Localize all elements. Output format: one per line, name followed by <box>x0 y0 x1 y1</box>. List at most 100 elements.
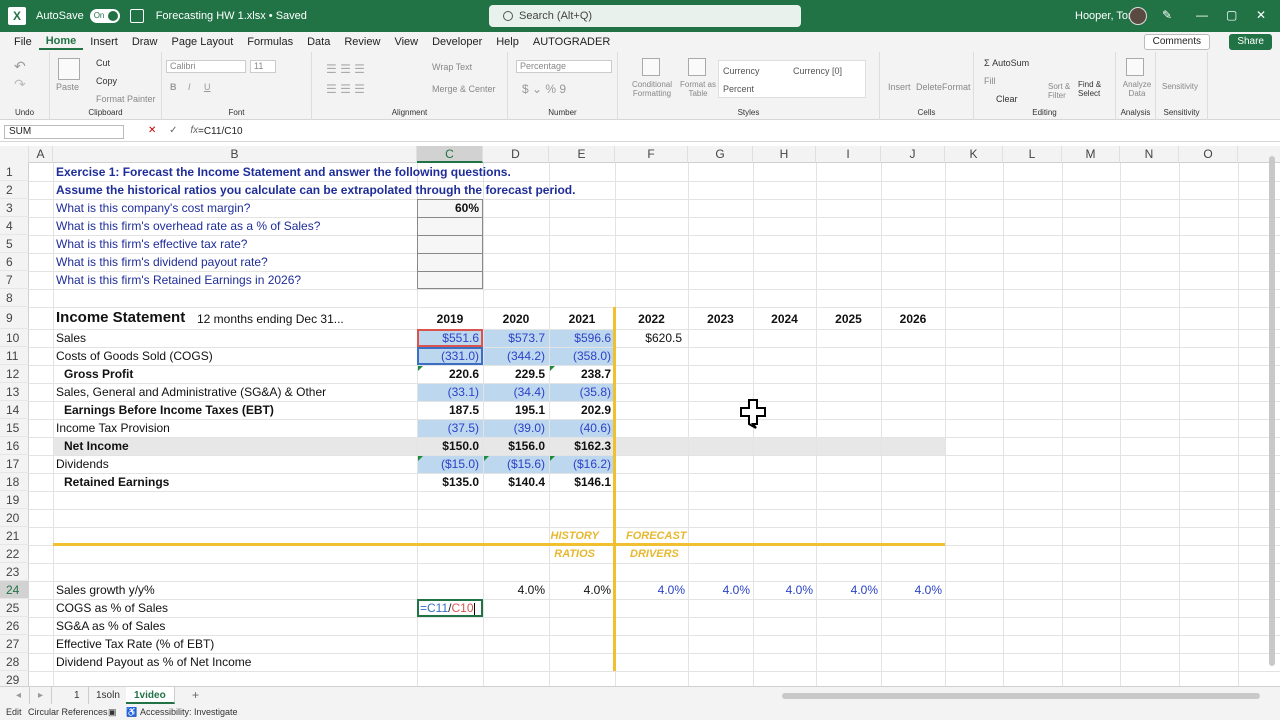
tab-file[interactable]: File <box>0 36 39 48</box>
file-name[interactable]: Forecasting HW 1.xlsx • Saved <box>156 10 307 22</box>
tab-draw[interactable]: Draw <box>125 36 165 48</box>
cogs-pct-label[interactable]: COGS as % of Sales <box>56 599 168 617</box>
retained-earnings-label[interactable]: Retained Earnings <box>64 473 169 491</box>
minimize-button[interactable]: — <box>1196 8 1208 22</box>
tab-page-layout[interactable]: Page Layout <box>164 36 240 48</box>
column-header-g[interactable]: G <box>688 146 753 163</box>
formula-input[interactable]: =C11/C10 <box>198 126 243 137</box>
column-header-j[interactable]: J <box>881 146 945 163</box>
italic-button[interactable]: I <box>188 82 191 92</box>
font-name-select[interactable]: Calibri <box>166 60 246 73</box>
sheet-tab-1[interactable]: 1 <box>66 687 89 704</box>
gross-profit-2021[interactable]: 238.7 <box>549 365 611 383</box>
cogs-2021[interactable]: (358.0) <box>549 347 611 365</box>
exercise-title[interactable]: Exercise 1: Forecast the Income Statemen… <box>56 163 511 181</box>
enter-icon[interactable]: ✓ <box>169 125 177 136</box>
conditional-formatting-icon[interactable] <box>642 58 660 76</box>
format-cells-button[interactable]: Format <box>942 82 971 92</box>
font-size-select[interactable]: 11 <box>250 60 276 73</box>
avatar[interactable] <box>1129 7 1147 25</box>
exercise-subtitle[interactable]: Assume the historical ratios you calcula… <box>56 181 575 199</box>
pen-icon[interactable]: ✎ <box>1162 8 1172 22</box>
sga-2020[interactable]: (34.4) <box>483 383 545 401</box>
horizontal-scrollbar[interactable] <box>782 693 1260 699</box>
autosum-button[interactable]: Σ AutoSum <box>984 58 1029 68</box>
sga-pct-label[interactable]: SG&A as % of Sales <box>56 617 165 635</box>
gross-profit-label[interactable]: Gross Profit <box>64 365 133 383</box>
dividends-label[interactable]: Dividends <box>56 455 109 473</box>
year-2019[interactable]: 2019 <box>417 310 483 328</box>
vertical-scrollbar[interactable] <box>1269 156 1275 666</box>
macro-record-icon[interactable]: ▣ <box>108 707 117 718</box>
paste-icon[interactable] <box>58 58 80 80</box>
dividends-2019[interactable]: ($15.0) <box>417 455 479 473</box>
sales-growth-2020[interactable]: 4.0% <box>483 581 545 599</box>
sales-growth-2021[interactable]: 4.0% <box>549 581 611 599</box>
tab-developer[interactable]: Developer <box>425 36 489 48</box>
sga-2019[interactable]: (33.1) <box>417 383 479 401</box>
sheet-tab-1soln[interactable]: 1soln <box>88 687 129 704</box>
income-statement-heading[interactable]: Income Statement <box>56 309 185 327</box>
column-header-h[interactable]: H <box>753 146 816 163</box>
sheet-tab-1video[interactable]: 1video <box>126 687 175 704</box>
tab-help[interactable]: Help <box>489 36 526 48</box>
comments-button[interactable]: Comments <box>1143 34 1210 50</box>
row-header[interactable]: 9 <box>0 307 29 329</box>
year-2026[interactable]: 2026 <box>881 310 945 328</box>
sales-growth-2024[interactable]: 4.0% <box>753 581 813 599</box>
accessibility-status[interactable]: Accessibility: Investigate <box>140 707 238 717</box>
payout-label[interactable]: Dividend Payout as % of Net Income <box>56 653 251 671</box>
select-all-corner[interactable] <box>0 146 29 163</box>
row-header[interactable]: 3 <box>0 199 29 217</box>
sga-2021[interactable]: (35.8) <box>549 383 611 401</box>
row-header[interactable]: 26 <box>0 617 29 635</box>
year-2022[interactable]: 2022 <box>615 310 688 328</box>
column-header-l[interactable]: L <box>1003 146 1062 163</box>
column-header-o[interactable]: O <box>1179 146 1238 163</box>
tab-scroll-right[interactable]: ▸ <box>30 687 53 704</box>
user-name[interactable]: Hooper, Tom <box>1075 10 1137 22</box>
row-header[interactable]: 15 <box>0 419 29 437</box>
row-header[interactable]: 20 <box>0 509 29 527</box>
find-select-button[interactable]: Find & Select <box>1078 80 1114 98</box>
question-payout[interactable]: What is this firm's dividend payout rate… <box>56 253 268 271</box>
add-sheet-button[interactable]: + <box>184 687 207 704</box>
tab-formulas[interactable]: Formulas <box>240 36 300 48</box>
ebt-2021[interactable]: 202.9 <box>549 401 611 419</box>
redo-icon[interactable]: ↷ <box>14 76 26 93</box>
question-tax-rate[interactable]: What is this firm's effective tax rate? <box>56 235 247 253</box>
tax-2019[interactable]: (37.5) <box>417 419 479 437</box>
style-percent[interactable]: Percent <box>723 84 754 94</box>
search-input[interactable]: Search (Alt+Q) <box>489 5 801 27</box>
row-header[interactable]: 28 <box>0 653 29 671</box>
row-header[interactable]: 24 <box>0 581 29 599</box>
dividends-2020[interactable]: ($15.6) <box>483 455 545 473</box>
row-header[interactable]: 4 <box>0 217 29 235</box>
sensitivity-button[interactable]: Sensitivity <box>1162 82 1198 91</box>
cell-area[interactable]: Exercise 1: Forecast the Income Statemen… <box>29 163 1280 686</box>
clear-button[interactable]: Clear <box>996 94 1018 104</box>
cut-button[interactable]: Cut <box>96 58 110 68</box>
year-2023[interactable]: 2023 <box>688 310 753 328</box>
style-currency0[interactable]: Currency [0] <box>793 66 842 76</box>
error-indicator-icon[interactable] <box>418 456 423 461</box>
row-header[interactable]: 13 <box>0 383 29 401</box>
sales-label[interactable]: Sales <box>56 329 86 347</box>
bold-button[interactable]: B <box>170 82 177 92</box>
delete-cells-button[interactable]: Delete <box>916 82 942 92</box>
row-header[interactable]: 6 <box>0 253 29 271</box>
copy-button[interactable]: Copy <box>96 76 117 86</box>
conditional-formatting-button[interactable]: Conditional Formatting <box>626 80 678 98</box>
row-header[interactable]: 23 <box>0 563 29 581</box>
row-header[interactable]: 11 <box>0 347 29 365</box>
analyze-data-button[interactable]: Analyze Data <box>1120 80 1154 98</box>
row-header[interactable]: 7 <box>0 271 29 289</box>
cell-edit-text[interactable]: =C11/C10 <box>420 601 475 615</box>
circular-references-status[interactable]: Circular References <box>28 707 108 717</box>
ebt-2020[interactable]: 195.1 <box>483 401 545 419</box>
tab-autograder[interactable]: AUTOGRADER <box>526 36 617 48</box>
currency-icon[interactable]: $ ⌄ % 9 <box>522 82 566 96</box>
merge-center-button[interactable]: Merge & Center <box>432 84 496 94</box>
cancel-icon[interactable]: ✕ <box>148 125 156 136</box>
year-2021[interactable]: 2021 <box>549 310 615 328</box>
